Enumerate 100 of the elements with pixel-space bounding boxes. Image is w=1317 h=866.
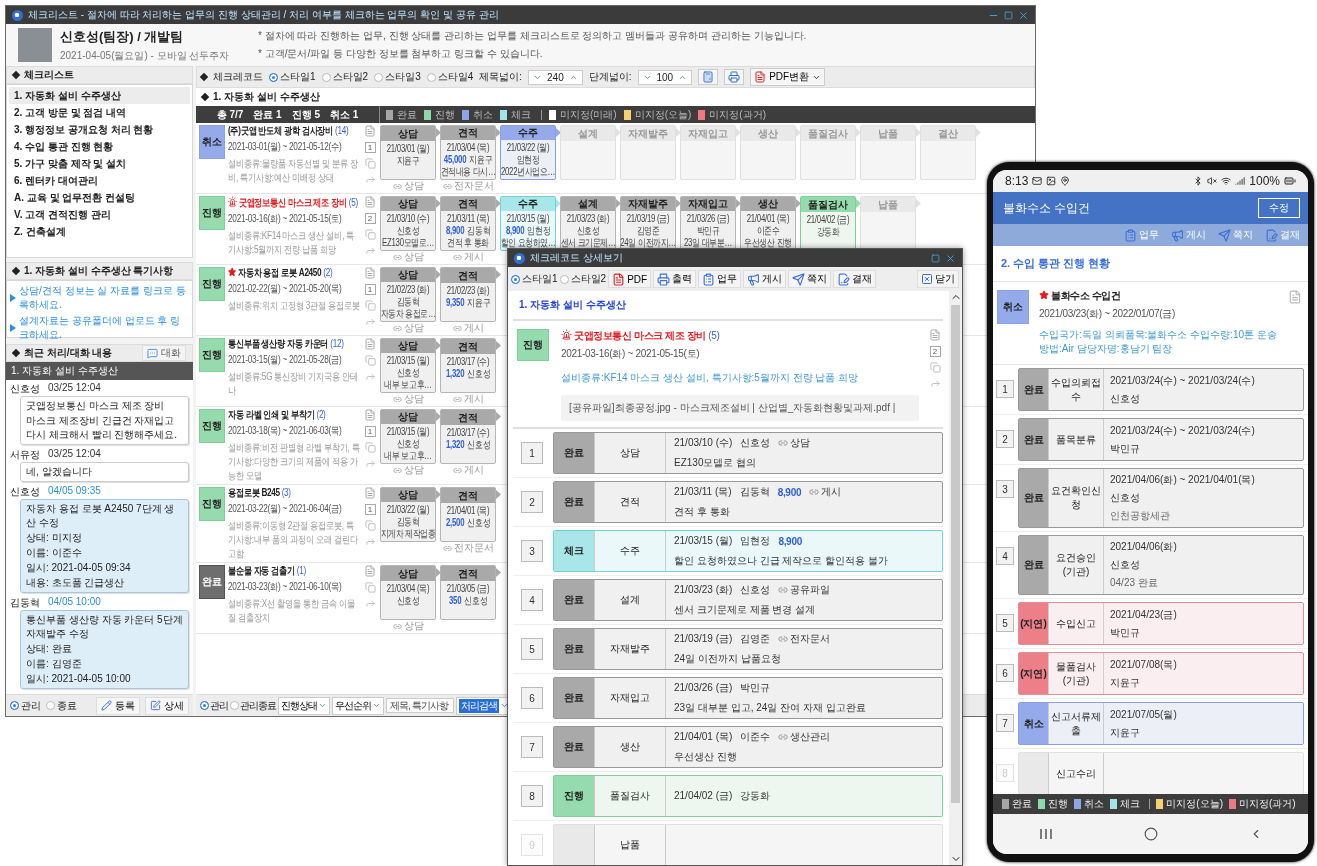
document-icon[interactable] xyxy=(364,338,376,350)
scroll-thumb[interactable] xyxy=(951,305,960,803)
step-card[interactable]: 설계 21/03/23 (화) 신호성 센서 크기문제… xyxy=(560,196,616,251)
step-card[interactable]: 상담 21/03/04 (목) 신호성 xyxy=(380,565,436,620)
priority-dropdown[interactable]: 우선순위 xyxy=(332,696,384,715)
number-spinner[interactable]: 100 xyxy=(637,69,693,85)
step-card[interactable]: 상담 21/03/15 (월) 신호성 내부 보고후… xyxy=(380,338,436,393)
radio-option[interactable]: 관리종료 xyxy=(230,698,276,713)
link-label[interactable]: 상담 xyxy=(778,437,811,449)
step-number[interactable]: 5 xyxy=(996,614,1014,632)
step-number[interactable]: 3 xyxy=(996,480,1014,498)
radio-option[interactable]: 스타일3 xyxy=(374,70,421,84)
attachment-count[interactable]: 1 xyxy=(364,142,376,153)
step-card[interactable]: 수주 21/03/22 (월) 임현정 2022년사업으… xyxy=(500,125,556,180)
share-icon[interactable] xyxy=(364,371,376,382)
step-card[interactable]: 완료 품목분류 2021/03/24(수) ~ 2021/03/24(수) 박민규 xyxy=(1018,418,1304,461)
document-icon[interactable] xyxy=(364,267,376,279)
record-title[interactable]: 굿앱정보통신 마스크 제조 장비 xyxy=(238,197,347,208)
chat-button[interactable]: 대화 xyxy=(142,345,186,361)
copy-icon[interactable] xyxy=(364,300,376,311)
recent-apps-icon[interactable] xyxy=(1038,828,1053,840)
radio-option[interactable]: 관리 xyxy=(200,698,228,713)
record-title[interactable]: 자동차 용접 로봇 A2450 xyxy=(237,267,322,278)
step-card[interactable]: 상담 21/03/22 (월) 김동혁 지게차 제작업종 xyxy=(380,487,436,542)
radio-option[interactable]: 종료 xyxy=(46,698,77,713)
home-icon[interactable] xyxy=(1143,827,1158,841)
radio-option[interactable]: 스타일1 xyxy=(511,272,558,286)
number-spinner[interactable]: 240 xyxy=(528,69,583,85)
step-card[interactable]: 생산 21/04/01 (목) 이준수 우선생산 진행 xyxy=(740,196,796,251)
step-card[interactable]: 완료 자재발주 21/03/19 (금) 김영준 전자문서 24일 이전까지 납품요청 xyxy=(553,628,943,670)
scrollbar[interactable] xyxy=(949,291,962,865)
pdf-button[interactable]: PDF변환 xyxy=(750,68,826,86)
checklist-item[interactable]: 5. 가구 맞춤 제작 및 설치 xyxy=(9,155,190,172)
toolbar-button[interactable]: 결재 xyxy=(833,270,877,288)
toolbar-button[interactable]: 등록 xyxy=(96,696,140,715)
step-number[interactable]: 6 xyxy=(996,664,1014,682)
record-title[interactable]: (주)굿앱 반도체 광학 검사장비 xyxy=(228,125,334,136)
toolbar-button[interactable]: 업무 xyxy=(698,270,742,288)
toolbar-button[interactable]: PDF xyxy=(608,270,652,288)
toolbar-button[interactable]: 게시 xyxy=(743,270,787,288)
step-number[interactable]: 5 xyxy=(521,638,543,660)
close-button[interactable]: 닫기 xyxy=(917,270,959,288)
search-field[interactable]: 제목, 특기사항 xyxy=(386,698,454,713)
step-card[interactable]: 완료 견적 21/03/11 (목) 김동혁 8,900 게시 견적 후 통화 xyxy=(553,481,943,523)
step-card[interactable]: 상담 21/03/10 (수) 신호성 EZ130모델로… xyxy=(380,196,436,251)
step-card[interactable]: 완료 상담 21/03/10 (수) 신호성 상담 EZ130모델로 협의 xyxy=(553,432,943,474)
share-icon[interactable] xyxy=(364,316,376,327)
checklist-item[interactable]: V. 고객 견적진행 관리 xyxy=(9,206,190,223)
step-number[interactable]: 6 xyxy=(521,687,543,709)
share-icon[interactable] xyxy=(929,378,941,389)
attachment-count[interactable]: 1 xyxy=(364,284,376,295)
link-label[interactable]: 전자문서 xyxy=(778,633,831,645)
step-number[interactable]: 2 xyxy=(521,491,543,513)
checklist-item[interactable]: Z. 건축설계 xyxy=(9,223,190,240)
close-icon[interactable] xyxy=(945,252,956,264)
radio-option[interactable]: 관리 xyxy=(10,698,41,713)
document-icon[interactable] xyxy=(364,125,376,137)
document-icon[interactable] xyxy=(1288,290,1302,304)
step-number[interactable]: 4 xyxy=(996,547,1014,565)
attachment-count[interactable]: 2 xyxy=(929,346,941,357)
document-icon[interactable] xyxy=(929,329,941,341)
edit-button[interactable]: 수정 xyxy=(1258,198,1300,218)
copy-icon[interactable] xyxy=(364,582,376,593)
share-icon[interactable] xyxy=(364,245,376,256)
step-card[interactable]: 완료 요건승인(기관) 2021/04/06(화) 신호성 04/23 완료 xyxy=(1018,535,1304,595)
record-title[interactable]: 통신부품 생산량 자동 카운터 xyxy=(228,338,329,349)
maximize-icon[interactable] xyxy=(1004,10,1013,20)
share-icon[interactable] xyxy=(364,598,376,609)
attachment-count[interactable]: 1 xyxy=(364,426,376,437)
share-icon[interactable] xyxy=(364,458,376,469)
step-number[interactable]: 1 xyxy=(996,380,1014,398)
print-button[interactable] xyxy=(724,69,745,85)
step-card[interactable]: 견적 21/03/11 (목) 8,900 김동혁 견적 후 통화 xyxy=(440,196,496,251)
toolbar-button[interactable]: 출력 xyxy=(653,270,697,288)
status-dropdown[interactable]: 진행상태 xyxy=(278,696,330,715)
step-number[interactable]: 3 xyxy=(521,540,543,562)
checklist-item[interactable]: 3. 행정정보 공개요청 처리 현황 xyxy=(9,121,190,138)
step-number[interactable]: 2 xyxy=(996,430,1014,448)
step-card[interactable]: 상담 21/03/01 (월) 지윤구 xyxy=(380,125,436,180)
close-icon[interactable] xyxy=(1018,9,1029,21)
step-number[interactable]: 8 xyxy=(521,785,543,807)
record-title[interactable]: 자동 라벨 인쇄 및 부착기 xyxy=(228,409,315,420)
checklist-item[interactable]: 4. 수입 통관 진행 현황 xyxy=(9,138,190,155)
step-number[interactable]: 7 xyxy=(996,714,1014,732)
step-card[interactable]: 체크 수주 21/03/15 (월) 임현정 8,900 할인 요청하였으나 긴급 제작으로 할인적용 불가 xyxy=(553,530,943,572)
copy-icon[interactable] xyxy=(364,442,376,453)
step-card[interactable]: 완료 설계 21/03/23 (화) 신호성 공유파일 센서 크기문제로 제품 변경 설계 xyxy=(553,579,943,621)
record-title[interactable]: 불순물 자동 검출기 xyxy=(228,565,295,576)
attachment-count[interactable]: 2 xyxy=(364,213,376,224)
step-card[interactable]: 견적 21/02/23 (화) 9,350 지윤구 xyxy=(440,267,496,322)
step-number[interactable]: 1 xyxy=(521,442,543,464)
radio-option[interactable]: 스타일4 xyxy=(426,70,474,84)
step-card[interactable]: 견적 21/03/17 (수) 1,320 신호성 xyxy=(440,338,496,393)
checklist-item[interactable]: 6. 렌터카 대여관리 xyxy=(9,172,190,189)
step-number[interactable]: 4 xyxy=(521,589,543,611)
link-label[interactable]: 생산관리 xyxy=(778,731,831,743)
toolbar-button[interactable]: 상세 xyxy=(145,696,189,715)
step-card[interactable]: (지연) 수입신고 2021/04/23(금) 박민규 xyxy=(1018,602,1304,645)
step-number[interactable]: 7 xyxy=(521,736,543,758)
link-label[interactable]: 공유파일 xyxy=(778,584,831,596)
